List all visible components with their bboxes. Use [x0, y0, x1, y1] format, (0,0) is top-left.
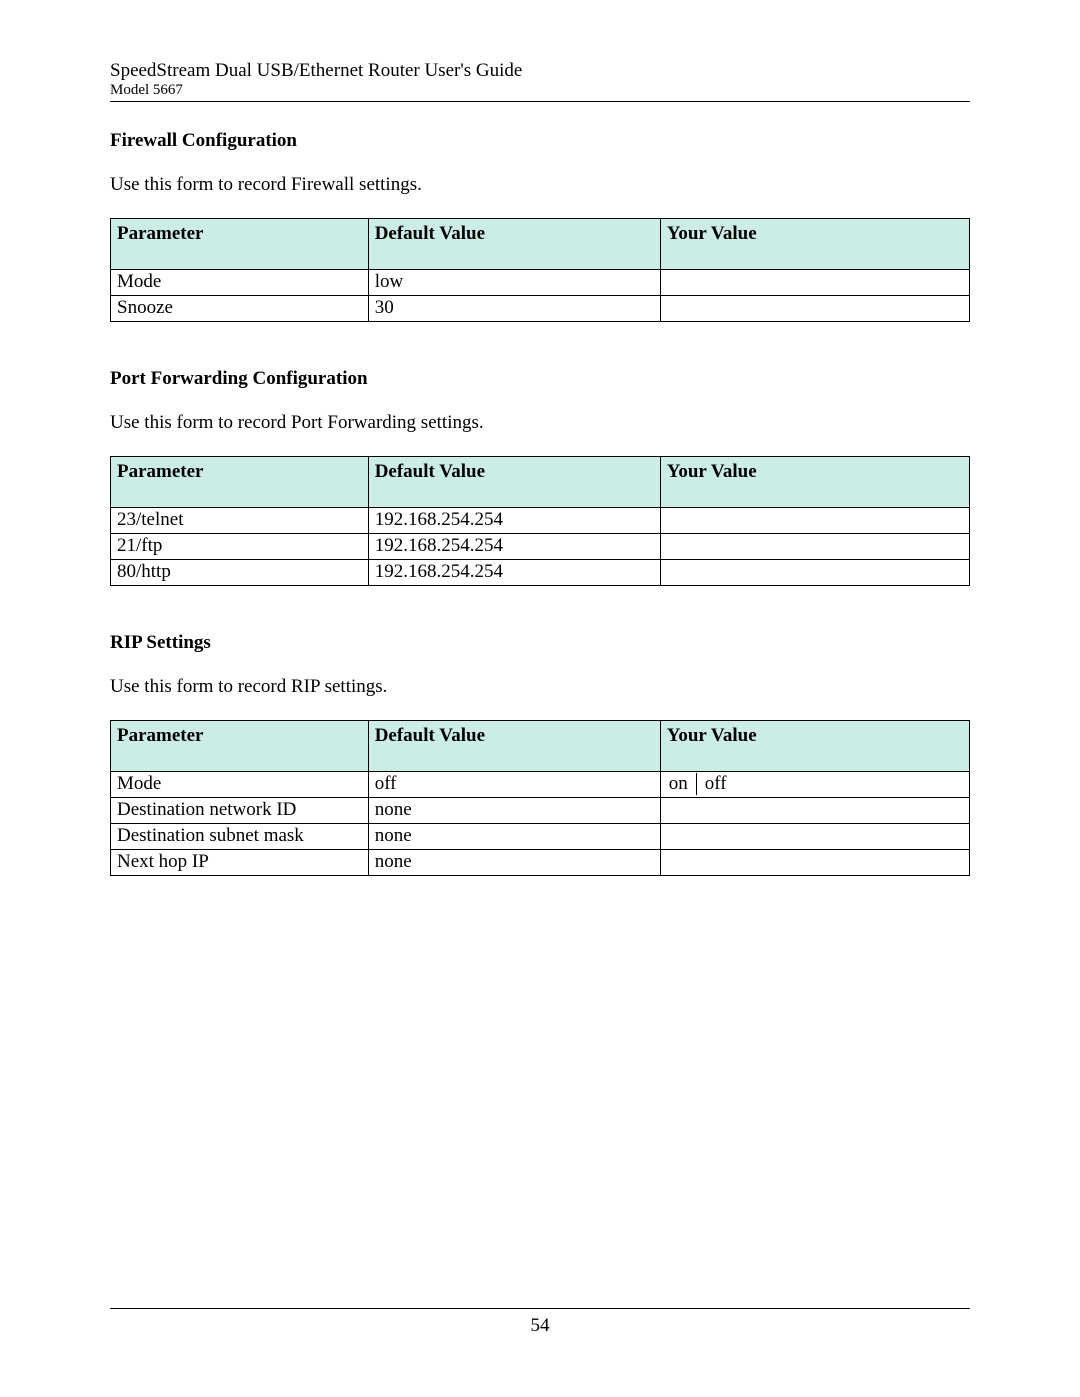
cell-default-value: none — [368, 797, 660, 823]
page-footer: 54 — [110, 1308, 970, 1337]
cell-parameter: 21/ftp — [111, 533, 369, 559]
cell-default-value: 192.168.254.254 — [368, 559, 660, 585]
cell-parameter: Next hop IP — [111, 849, 369, 875]
cell-default-value: low — [368, 269, 660, 295]
section-heading-firewall: Firewall Configuration — [110, 130, 970, 152]
table-firewall: Parameter Default Value Your Value Mode … — [110, 218, 970, 322]
cell-your-value[interactable] — [660, 533, 969, 559]
cell-default-value: 192.168.254.254 — [368, 533, 660, 559]
document-header: SpeedStream Dual USB/Ethernet Router Use… — [110, 60, 970, 102]
cell-default-value: none — [368, 823, 660, 849]
col-default-value: Default Value — [368, 720, 660, 771]
col-parameter: Parameter — [111, 218, 369, 269]
section-heading-portfwd: Port Forwarding Configuration — [110, 368, 970, 390]
col-parameter: Parameter — [111, 720, 369, 771]
rip-mode-option-on[interactable]: on — [667, 773, 696, 795]
table-row: Mode low — [111, 269, 970, 295]
page: SpeedStream Dual USB/Ethernet Router Use… — [0, 0, 1080, 1397]
cell-parameter: Mode — [111, 269, 369, 295]
cell-parameter: Mode — [111, 771, 369, 797]
section-text-portfwd: Use this form to record Port Forwarding … — [110, 412, 970, 434]
table-header-row: Parameter Default Value Your Value — [111, 456, 970, 507]
section-heading-rip: RIP Settings — [110, 632, 970, 654]
section-rip: RIP Settings Use this form to record RIP… — [110, 632, 970, 876]
table-header-row: Parameter Default Value Your Value — [111, 218, 970, 269]
cell-your-value[interactable] — [660, 269, 969, 295]
col-your-value: Your Value — [660, 218, 969, 269]
cell-your-value[interactable] — [660, 823, 969, 849]
cell-your-value[interactable] — [660, 507, 969, 533]
col-your-value: Your Value — [660, 720, 969, 771]
table-rip: Parameter Default Value Your Value Mode … — [110, 720, 970, 876]
section-text-rip: Use this form to record RIP settings. — [110, 676, 970, 698]
page-number: 54 — [531, 1315, 550, 1336]
rip-mode-options: on off — [667, 773, 963, 795]
col-your-value: Your Value — [660, 456, 969, 507]
table-row: Mode off on off — [111, 771, 970, 797]
cell-your-value[interactable] — [660, 295, 969, 321]
cell-your-value-options[interactable]: on off — [660, 771, 969, 797]
section-firewall: Firewall Configuration Use this form to … — [110, 130, 970, 322]
cell-default-value: 192.168.254.254 — [368, 507, 660, 533]
table-row: Snooze 30 — [111, 295, 970, 321]
cell-default-value: off — [368, 771, 660, 797]
cell-default-value: none — [368, 849, 660, 875]
table-row: Destination network ID none — [111, 797, 970, 823]
rip-mode-option-off[interactable]: off — [696, 773, 735, 795]
table-row: Destination subnet mask none — [111, 823, 970, 849]
col-default-value: Default Value — [368, 456, 660, 507]
table-row: Next hop IP none — [111, 849, 970, 875]
section-port-forwarding: Port Forwarding Configuration Use this f… — [110, 368, 970, 586]
document-title: SpeedStream Dual USB/Ethernet Router Use… — [110, 60, 970, 82]
section-text-firewall: Use this form to record Firewall setting… — [110, 174, 970, 196]
table-header-row: Parameter Default Value Your Value — [111, 720, 970, 771]
cell-your-value[interactable] — [660, 849, 969, 875]
cell-default-value: 30 — [368, 295, 660, 321]
table-row: 21/ftp 192.168.254.254 — [111, 533, 970, 559]
table-row: 23/telnet 192.168.254.254 — [111, 507, 970, 533]
col-default-value: Default Value — [368, 218, 660, 269]
cell-your-value[interactable] — [660, 797, 969, 823]
table-row: 80/http 192.168.254.254 — [111, 559, 970, 585]
cell-parameter: Destination subnet mask — [111, 823, 369, 849]
cell-parameter: Destination network ID — [111, 797, 369, 823]
table-port-forwarding: Parameter Default Value Your Value 23/te… — [110, 456, 970, 586]
cell-parameter: 80/http — [111, 559, 369, 585]
document-model: Model 5667 — [110, 82, 970, 99]
cell-your-value[interactable] — [660, 559, 969, 585]
col-parameter: Parameter — [111, 456, 369, 507]
cell-parameter: Snooze — [111, 295, 369, 321]
cell-parameter: 23/telnet — [111, 507, 369, 533]
